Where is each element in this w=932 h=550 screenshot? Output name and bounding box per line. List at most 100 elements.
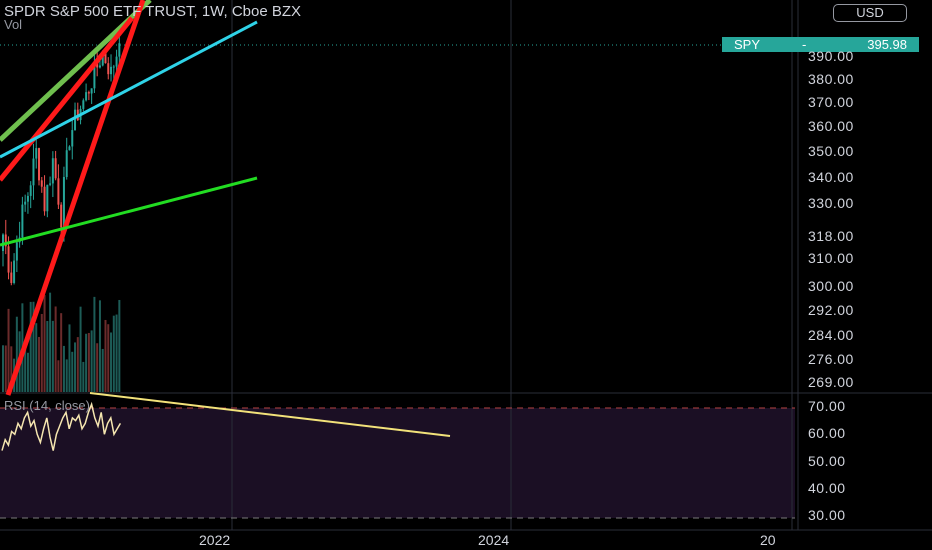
candle-body bbox=[90, 88, 93, 94]
volume-bar bbox=[79, 306, 82, 392]
candle-body bbox=[57, 178, 60, 205]
rsi-tick-label: 40.00 bbox=[808, 480, 846, 496]
volume-bar bbox=[112, 315, 115, 392]
candle-body bbox=[7, 246, 10, 273]
volume-bar bbox=[98, 300, 101, 392]
price-tick-label: 340.00 bbox=[808, 169, 854, 185]
candle-body bbox=[118, 43, 121, 57]
volume-bar bbox=[49, 292, 52, 392]
price-tick-label: 330.00 bbox=[808, 195, 854, 211]
candle-body bbox=[110, 66, 113, 75]
volume-bar bbox=[76, 337, 79, 392]
candle-body bbox=[87, 92, 90, 94]
volume-bar bbox=[38, 336, 41, 392]
candle-body bbox=[68, 146, 71, 151]
candle-body bbox=[65, 150, 68, 177]
price-tick-label: 380.00 bbox=[808, 71, 854, 87]
volume-bar bbox=[74, 342, 77, 392]
price-tick-label: 350.00 bbox=[808, 143, 854, 159]
volume-bar bbox=[96, 343, 99, 392]
price-tick-label: 276.00 bbox=[808, 351, 854, 367]
price-tick-label: 360.00 bbox=[808, 118, 854, 134]
price-tag-symbol: SPY bbox=[734, 37, 761, 52]
time-tick-label: 20 bbox=[760, 532, 776, 548]
candle-body bbox=[26, 195, 29, 202]
candle-body bbox=[38, 148, 41, 181]
candle-body bbox=[21, 204, 24, 238]
volume-bar bbox=[57, 360, 60, 392]
rsi-tick-label: 30.00 bbox=[808, 507, 846, 523]
candle-body bbox=[24, 201, 27, 205]
candle-body bbox=[85, 92, 88, 101]
candle-body bbox=[115, 56, 118, 67]
candle-body bbox=[10, 272, 13, 283]
candles bbox=[2, 36, 121, 286]
volume-bar bbox=[85, 333, 88, 392]
price-tick-label: 318.00 bbox=[808, 228, 854, 244]
price-tick-label: 292.00 bbox=[808, 302, 854, 318]
price-tick-label: 390.00 bbox=[808, 48, 854, 64]
candle-body bbox=[13, 260, 16, 283]
price-tick-label: 370.00 bbox=[808, 94, 854, 110]
rsi-tick-label: 50.00 bbox=[808, 453, 846, 469]
candle-body bbox=[32, 158, 35, 186]
volume-bar bbox=[62, 345, 65, 392]
volume-bar bbox=[104, 319, 107, 392]
price-tag-separator: - bbox=[802, 37, 807, 52]
candle-body bbox=[62, 176, 65, 228]
currency-button[interactable]: USD bbox=[833, 4, 907, 22]
price-tick-label: 310.00 bbox=[808, 250, 854, 266]
candle-body bbox=[71, 130, 74, 147]
price-tick-label: 284.00 bbox=[808, 327, 854, 343]
time-tick-label: 2024 bbox=[478, 532, 510, 548]
price-tick-label: 269.00 bbox=[808, 374, 854, 390]
volume-bar bbox=[26, 352, 29, 392]
volume-bar bbox=[101, 348, 104, 392]
volume-bar bbox=[15, 316, 18, 392]
price-tag-value: 395.98 bbox=[867, 37, 907, 52]
candle-body bbox=[46, 184, 49, 212]
rsi-label: RSI (14, close) bbox=[4, 398, 90, 413]
candle-body bbox=[43, 186, 46, 212]
candle-body bbox=[29, 185, 32, 196]
candle-body bbox=[60, 204, 63, 228]
volume-bar bbox=[4, 345, 7, 392]
volume-bar bbox=[2, 345, 4, 392]
chart-title: SPDR S&P 500 ETF TRUST, 1W, Cboe BZX bbox=[4, 3, 302, 20]
candle-body bbox=[98, 65, 101, 68]
volume-bar bbox=[65, 359, 68, 392]
volume-bar bbox=[7, 308, 10, 392]
candle-body bbox=[40, 180, 43, 187]
volume-bar bbox=[51, 320, 54, 392]
time-tick-label: 2022 bbox=[199, 532, 231, 548]
price-tick-label: 300.00 bbox=[808, 278, 854, 294]
candle-body bbox=[107, 63, 110, 75]
volume-bar bbox=[82, 361, 85, 392]
rsi-tick-label: 60.00 bbox=[808, 425, 846, 441]
volume-bar bbox=[29, 301, 32, 392]
candle-body bbox=[35, 148, 38, 159]
volume-bar bbox=[90, 330, 93, 392]
candle-body bbox=[51, 158, 54, 184]
chart-canvas[interactable] bbox=[0, 0, 932, 550]
volume-bar bbox=[46, 320, 49, 392]
volume-bar bbox=[60, 313, 63, 392]
volume-bar bbox=[54, 306, 57, 392]
volume-bar bbox=[118, 299, 121, 392]
volume-bar bbox=[110, 332, 113, 392]
candle-body bbox=[74, 109, 77, 131]
rsi-tick-label: 70.00 bbox=[808, 398, 846, 414]
candle-body bbox=[82, 100, 85, 109]
candle-body bbox=[112, 66, 115, 68]
volume-bar bbox=[115, 314, 118, 392]
volume-bar bbox=[93, 296, 96, 392]
candle-body bbox=[15, 242, 18, 261]
candle-body bbox=[49, 183, 52, 185]
volume-bar bbox=[68, 324, 71, 392]
volume-bar bbox=[35, 323, 38, 392]
volume-bar bbox=[87, 332, 90, 392]
volume-bars bbox=[2, 292, 121, 392]
volume-bar bbox=[107, 324, 110, 392]
candle-body bbox=[54, 158, 57, 179]
volume-label: Vol bbox=[4, 17, 23, 32]
